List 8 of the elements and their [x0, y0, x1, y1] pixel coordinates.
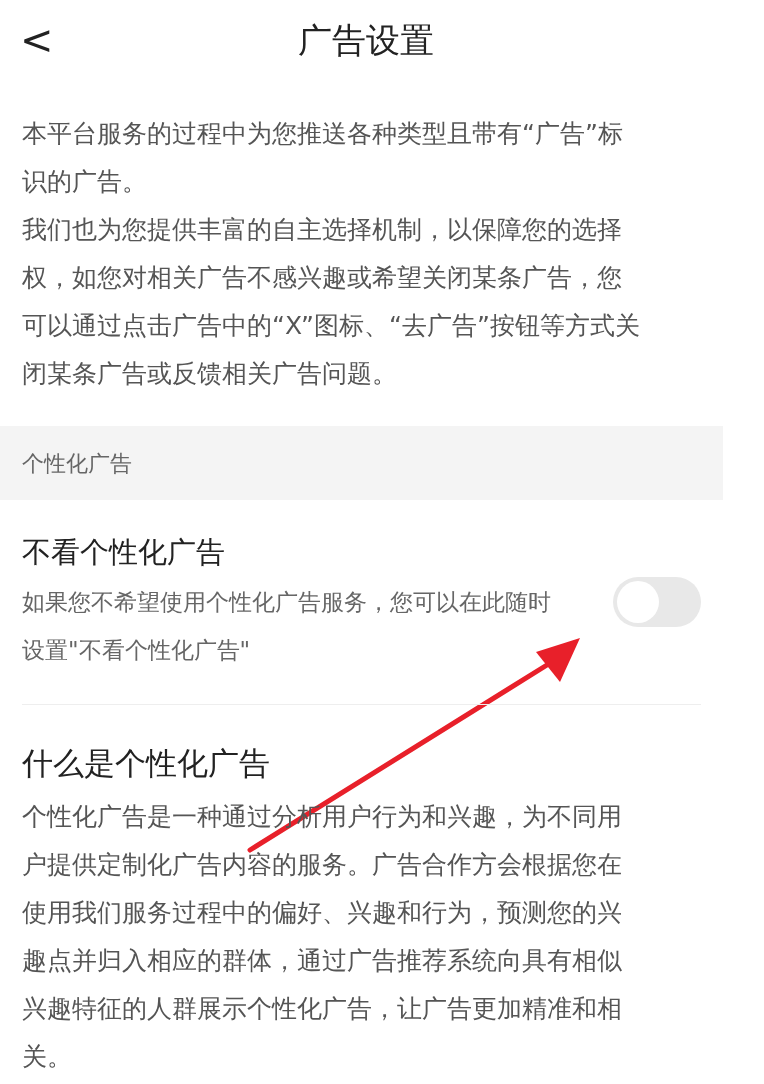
info-title: 什么是个性化广告: [22, 744, 271, 783]
setting-description: 如果您不希望使用个性化广告服务，您可以在此随时设置"不看个性化广告": [22, 588, 552, 665]
back-button[interactable]: <: [20, 20, 54, 60]
section-header: 个性化广告: [0, 426, 723, 500]
setting-title: 不看个性化广告: [22, 534, 226, 571]
page-title: 广告设置: [298, 18, 435, 62]
intro-paragraph: 我们也为您提供丰富的自主选择机制，以保障您的选择权，如您对相关广告不感兴趣或希望关闭某条广告，您可以通过点击广告中的“X”图标、“去广告”按钮等方式关闭某条广告或反馈相关广告问题。: [22, 214, 640, 390]
intro-paragraph: 本平台服务的过程中为您推送各种类型且带有“广告”标识的广告。: [22, 118, 624, 198]
